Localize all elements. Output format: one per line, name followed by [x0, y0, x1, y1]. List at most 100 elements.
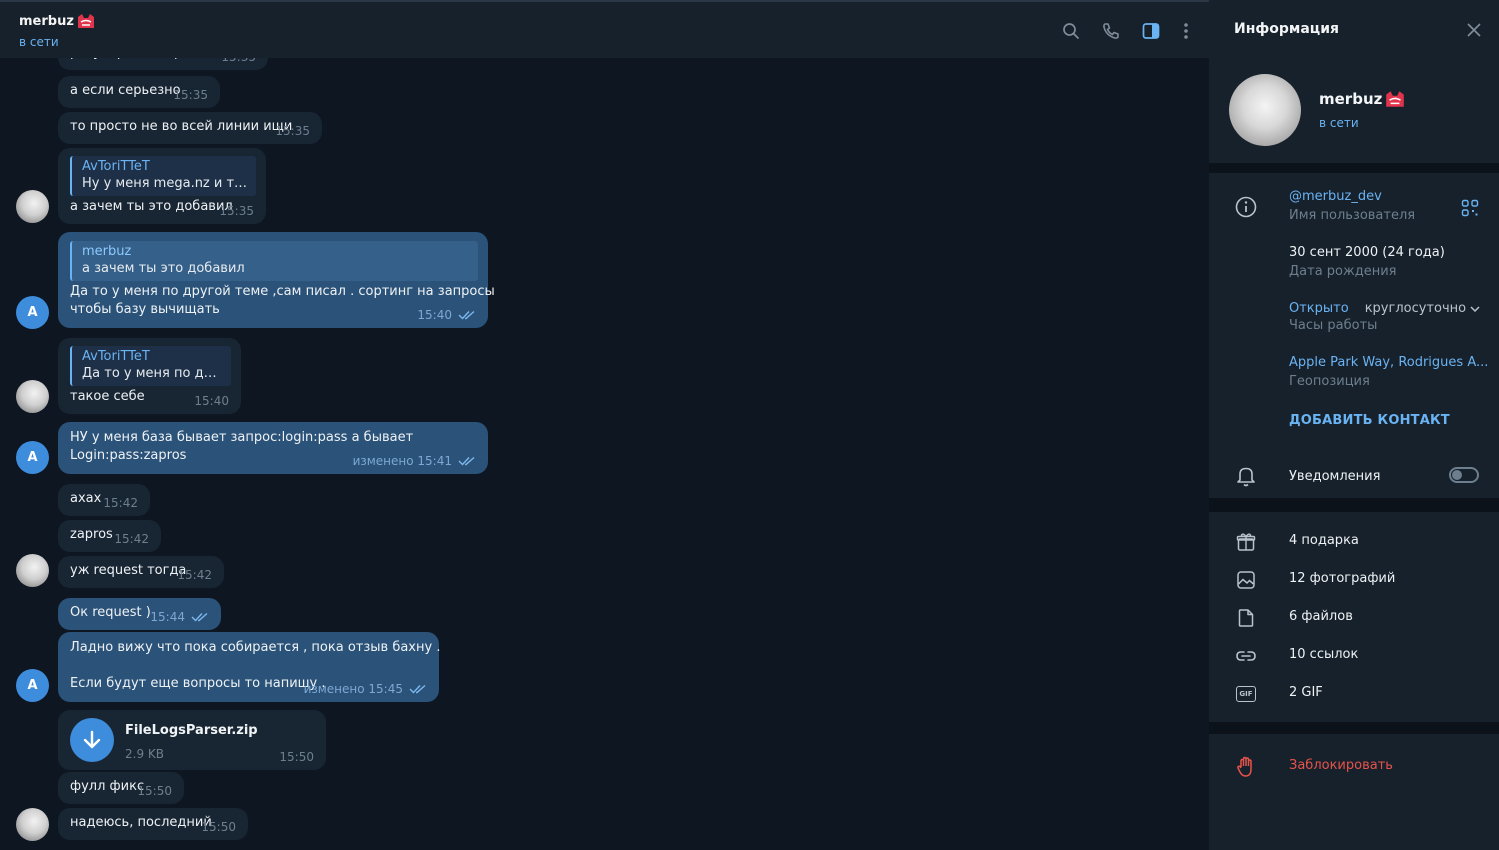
profile-avatar[interactable] [1229, 74, 1301, 146]
reply-quote[interactable]: AvToriTTeT Ну у меня mega.nz и так ... [70, 156, 256, 196]
double-check-icon [458, 456, 475, 466]
double-check-icon [191, 612, 208, 622]
message-list[interactable]: регулярные выражения 15:35 а если серьез… [0, 40, 1209, 850]
reply-author: merbuz [82, 244, 132, 259]
chat-header: merbuz в сети [0, 0, 1209, 58]
message-bubble[interactable]: фулл фикс 15:50 [58, 772, 184, 804]
avatar[interactable]: A [16, 669, 49, 702]
reply-text: Да то у меня по друг... [82, 366, 223, 381]
gifs-item[interactable]: GIF 2 GIF [1209, 675, 1499, 713]
reply-author: AvToriTTeT [82, 349, 150, 364]
sidebar-toggle-icon[interactable] [1141, 21, 1161, 41]
avatar[interactable] [16, 808, 49, 841]
message-time: 15:50 [279, 750, 314, 764]
info-panel: Информация merbuz в сети @merbuz_dev Имя… [1209, 0, 1499, 850]
message-bubble[interactable]: AvToriTTeT Да то у меня по друг... такое… [58, 338, 241, 414]
details-block: @merbuz_dev Имя пользователя 30 сент 200… [1209, 173, 1499, 498]
links-item[interactable]: 10 ссылок [1209, 637, 1499, 675]
photos-label: 12 фотографий [1289, 571, 1396, 586]
download-button[interactable] [70, 718, 114, 762]
profile-status: в сети [1319, 116, 1359, 130]
message-text: чтобы базу вычищать [70, 302, 220, 317]
media-block: 4 подарка 12 фотографий 6 файлов 10 ссыл… [1209, 512, 1499, 722]
profile-name: merbuz [1319, 90, 1406, 108]
profile-block: Информация merbuz в сети [1209, 0, 1499, 163]
reply-text: Ну у меня mega.nz и так ... [82, 176, 248, 191]
message-bubble[interactable]: zapros 15:42 [58, 520, 161, 552]
info-icon [1235, 196, 1257, 218]
message-time: 15:35 [219, 204, 254, 218]
message-bubble[interactable]: надеюсь, последний 15:50 [58, 808, 248, 840]
avatar[interactable] [16, 190, 49, 223]
username-row[interactable]: @merbuz_dev Имя пользователя [1289, 189, 1415, 223]
chat-area: регулярные выражения 15:35 а если серьез… [0, 0, 1209, 850]
hours-open: Открыто [1289, 301, 1349, 316]
message-time: 15:50 [201, 820, 236, 834]
message-time: 15:44 [150, 608, 209, 626]
message-bubble[interactable]: ахах 15:42 [58, 484, 150, 516]
avatar[interactable] [16, 380, 49, 413]
double-check-icon [458, 310, 475, 320]
cat-emoji-icon [77, 14, 94, 28]
links-label: 10 ссылок [1289, 647, 1359, 662]
message-bubble[interactable]: Ладно вижу что пока собирается , пока от… [58, 632, 441, 702]
panel-title: Информация [1234, 21, 1339, 37]
close-icon[interactable] [1466, 22, 1482, 38]
files-label: 6 файлов [1289, 609, 1353, 624]
avatar[interactable] [16, 554, 49, 587]
message-text: Ладно вижу что пока собирается , пока от… [70, 640, 441, 655]
avatar[interactable]: A [16, 296, 49, 329]
message-bubble[interactable]: НУ у меня база бывает запрос:login:pass … [58, 422, 488, 474]
file-name[interactable]: FileLogsParser.zip [125, 722, 258, 740]
photo-icon [1235, 569, 1257, 591]
message-text: НУ у меня база бывает запрос:login:pass … [70, 430, 414, 445]
message-time: изменено 15:45 [304, 680, 427, 698]
gif-icon: GIF [1235, 683, 1257, 705]
gifts-item[interactable]: 4 подарка [1209, 523, 1499, 561]
file-message[interactable]: FileLogsParser.zip 2.9 KB 15:50 [58, 710, 326, 770]
avatar[interactable]: A [16, 441, 49, 474]
message-bubble[interactable]: Ок request ) 15:44 [58, 598, 221, 630]
location[interactable]: Apple Park Way, Rodrigues A... [1289, 355, 1488, 370]
block-user-label: Заблокировать [1289, 758, 1393, 773]
double-check-icon [409, 684, 426, 694]
chevron-down-icon[interactable] [1470, 305, 1480, 313]
message-time: 15:35 [173, 88, 208, 102]
message-bubble[interactable]: уж request тогда 15:42 [58, 556, 224, 588]
message-time: 15:42 [177, 568, 212, 582]
message-bubble[interactable]: AvToriTTeT Ну у меня mega.nz и так ... а… [58, 148, 266, 224]
message-bubble[interactable]: то просто не во всей линии ищи 15:35 [58, 112, 322, 144]
search-icon[interactable] [1061, 21, 1081, 41]
notifications-label: Уведомления [1289, 469, 1381, 484]
message-time: 15:42 [114, 532, 149, 546]
more-icon[interactable] [1176, 21, 1196, 41]
reply-quote[interactable]: merbuz а зачем ты это добавил [70, 241, 478, 281]
reply-author: AvToriTTeT [82, 159, 150, 174]
reply-text: а зачем ты это добавил [82, 261, 245, 276]
notifications-toggle[interactable] [1449, 467, 1479, 483]
file-size: 2.9 KB [125, 747, 164, 761]
file-icon [1235, 607, 1257, 629]
hand-stop-icon [1235, 756, 1257, 778]
location-row[interactable]: Apple Park Way, Rodrigues A... Геопозици… [1289, 355, 1488, 389]
hours-row[interactable]: Открыто круглосуточно Часы работы [1289, 301, 1480, 333]
photos-item[interactable]: 12 фотографий [1209, 561, 1499, 599]
message-time: 15:35 [275, 124, 310, 138]
phone-icon[interactable] [1101, 21, 1121, 41]
chat-title[interactable]: merbuz [19, 13, 96, 29]
reply-quote[interactable]: AvToriTTeT Да то у меня по друг... [70, 346, 231, 386]
files-item[interactable]: 6 файлов [1209, 599, 1499, 637]
message-text: Да то у меня по другой теме ,сам писал .… [70, 284, 495, 299]
username-label: Имя пользователя [1289, 208, 1416, 223]
username[interactable]: @merbuz_dev [1289, 189, 1415, 204]
message-bubble[interactable]: а если серьезно 15:35 [58, 76, 220, 108]
message-time: 15:42 [103, 496, 138, 510]
hours-value[interactable]: круглосуточно [1365, 301, 1466, 316]
add-contact-button[interactable]: ДОБАВИТЬ КОНТАКТ [1289, 413, 1450, 428]
download-arrow-icon [83, 730, 101, 749]
message-bubble[interactable]: merbuz а зачем ты это добавил Да то у ме… [58, 232, 495, 328]
link-icon [1235, 645, 1257, 667]
block-user-button[interactable]: Заблокировать [1209, 748, 1499, 786]
qr-code-icon[interactable] [1459, 197, 1481, 219]
cat-emoji-icon [1386, 91, 1405, 107]
